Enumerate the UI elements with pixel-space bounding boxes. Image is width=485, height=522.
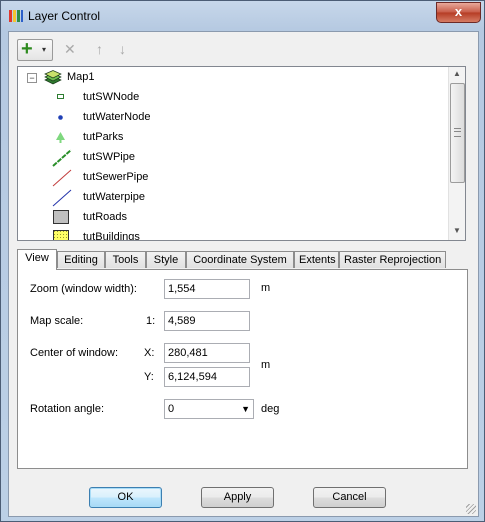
layer-label: tutRoads [83, 211, 128, 223]
tab-editing[interactable]: Editing [57, 251, 105, 268]
app-layers-icon [9, 10, 23, 22]
center-unit: m [261, 359, 271, 371]
layer-label: tutWaterNode [83, 111, 151, 123]
center-y-input[interactable]: 6,124,594 [164, 367, 250, 387]
view-tab-panel: Zoom (window width): 1,554 m Map scale: … [17, 269, 468, 469]
resize-grip-icon[interactable] [466, 504, 476, 514]
layer-label: tutSWPipe [83, 151, 135, 163]
y-label: Y: [144, 371, 154, 383]
center-label: Center of window: [30, 347, 119, 359]
square-node-icon [57, 94, 64, 99]
collapse-icon[interactable]: − [27, 73, 37, 83]
tree-root-map1[interactable]: − Map1 [18, 68, 448, 87]
zoom-input[interactable]: 1,554 [164, 279, 250, 299]
x-label: X: [144, 347, 155, 359]
close-button[interactable]: x [436, 2, 481, 23]
chevron-down-icon[interactable]: ▼ [241, 400, 250, 418]
rotation-label: Rotation angle: [30, 403, 104, 415]
scroll-thumb[interactable] [450, 83, 465, 183]
zoom-label: Zoom (window width): [30, 283, 137, 295]
tab-view[interactable]: View [17, 249, 57, 270]
remove-layer-icon[interactable]: ✕ [64, 41, 76, 58]
rotation-unit: deg [261, 403, 280, 415]
scale-prefix: 1: [146, 315, 156, 327]
window-title: Layer Control [28, 9, 101, 23]
layer-item[interactable]: tutSWPipe [18, 148, 448, 167]
sw-pipe-line-icon [52, 149, 72, 167]
layer-item[interactable]: tutSWNode [18, 88, 448, 107]
layer-label: tutWaterpipe [83, 191, 145, 203]
layer-label: tutParks [83, 131, 124, 143]
scale-input[interactable]: 4,589 [164, 311, 250, 331]
tree-scrollbar[interactable]: ▲ ▼ [448, 67, 465, 240]
buildings-fill-icon [53, 230, 69, 240]
cancel-button[interactable]: Cancel [313, 487, 386, 508]
tab-strip: View Editing Tools Style Coordinate Syst… [17, 249, 468, 270]
rotation-select[interactable]: 0 ▼ [164, 399, 254, 419]
layer-item[interactable]: tutWaterNode [18, 108, 448, 127]
move-down-icon[interactable]: ↓ [119, 41, 126, 57]
map-layers-icon [44, 70, 62, 85]
scale-label: Map scale: [30, 315, 84, 327]
apply-button[interactable]: Apply [201, 487, 274, 508]
move-up-icon[interactable]: ↑ [96, 41, 103, 57]
water-pipe-line-icon [52, 189, 72, 207]
layer-label: tutSewerPipe [83, 171, 149, 183]
dialog-body: + ▾ ✕ ↑ ↓ − Map1 tutSWNode tutWaterNode … [8, 31, 479, 517]
scroll-up-icon[interactable]: ▲ [453, 69, 461, 78]
layer-item[interactable]: tutParks [18, 128, 448, 147]
center-x-input[interactable]: 280,481 [164, 343, 250, 363]
layer-item[interactable]: tutWaterpipe [18, 188, 448, 207]
roads-fill-icon [53, 210, 69, 224]
rotation-value: 0 [168, 403, 175, 415]
park-tree-icon [56, 132, 65, 143]
add-icon: + [21, 38, 33, 60]
sewer-pipe-line-icon [52, 169, 72, 187]
tab-raster-reprojection[interactable]: Raster Reprojection [339, 251, 446, 268]
layer-item[interactable]: tutBuildings [18, 228, 448, 241]
ok-button[interactable]: OK [89, 487, 162, 508]
tab-extents[interactable]: Extents [294, 251, 339, 268]
zoom-unit: m [261, 282, 271, 294]
scroll-down-icon[interactable]: ▼ [453, 226, 461, 235]
tab-style[interactable]: Style [146, 251, 186, 268]
add-layer-button[interactable]: + ▾ [17, 38, 53, 61]
dot-node-icon [58, 115, 63, 120]
layer-item[interactable]: tutSewerPipe [18, 168, 448, 187]
layer-control-window: Layer Control x + ▾ ✕ ↑ ↓ − Map1 tutSWNo… [0, 0, 485, 522]
chevron-down-icon[interactable]: ▾ [42, 45, 46, 54]
layer-label: tutBuildings [83, 231, 140, 241]
title-bar[interactable]: Layer Control x [1, 1, 484, 31]
layer-label: tutSWNode [83, 91, 140, 103]
layer-tree[interactable]: − Map1 tutSWNode tutWaterNode tutParks t… [17, 66, 466, 241]
grip-icon [454, 128, 461, 137]
tree-root-label: Map1 [67, 71, 95, 83]
layer-item[interactable]: tutRoads [18, 208, 448, 227]
tab-tools[interactable]: Tools [105, 251, 146, 268]
tab-coordinate-system[interactable]: Coordinate System [186, 251, 294, 268]
